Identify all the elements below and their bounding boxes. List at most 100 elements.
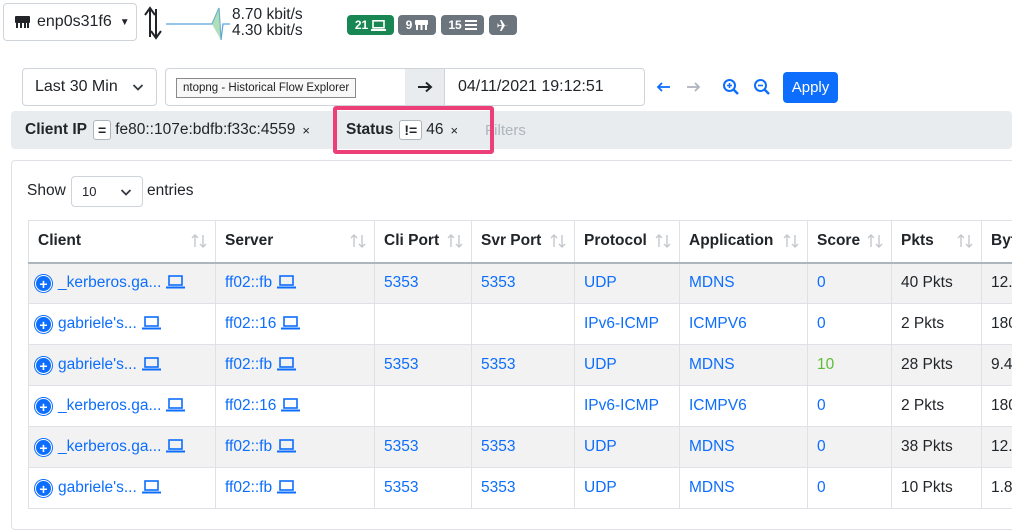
application-link[interactable]: MDNS — [689, 479, 735, 496]
cell-protocol: IPv6-ICMP — [575, 304, 680, 345]
cell-server: ff02::16 — [216, 304, 375, 345]
client-link[interactable]: _kerberos.ga... — [58, 438, 161, 455]
score-link[interactable]: 0 — [817, 315, 826, 332]
badge-count: 21 — [355, 18, 368, 32]
column-header-server[interactable]: Server — [216, 221, 375, 263]
svr-port-link[interactable]: 5353 — [481, 274, 515, 291]
client-link[interactable]: gabriele's... — [58, 356, 137, 373]
arrow-right-icon[interactable] — [684, 78, 702, 96]
end-date-input[interactable]: 04/11/2021 19:12:51 — [444, 68, 645, 106]
badge-flows[interactable]: 15 — [441, 15, 484, 35]
cell-client: + _kerberos.ga... — [29, 386, 216, 427]
server-link[interactable]: ff02::fb — [225, 274, 272, 291]
expand-row-icon[interactable]: + — [35, 398, 52, 415]
client-link[interactable]: gabriele's... — [58, 315, 137, 332]
cell-server: ff02::16 — [216, 386, 375, 427]
expand-row-icon[interactable]: + — [35, 357, 52, 374]
cell-bytes: 180 B — [982, 386, 1012, 427]
svr-port-link[interactable]: 5353 — [481, 356, 515, 373]
laptop-icon — [277, 439, 296, 453]
application-link[interactable]: MDNS — [689, 438, 735, 455]
pkts-value: 2 Pkts — [901, 315, 944, 332]
cli-port-link[interactable]: 5353 — [384, 274, 418, 291]
filters-input[interactable]: Filters — [485, 122, 526, 139]
cell-protocol: UDP — [575, 427, 680, 468]
expand-row-icon[interactable]: + — [35, 275, 52, 292]
time-range-select[interactable]: Last 30 Min — [22, 68, 157, 106]
page-size-select[interactable]: 10 — [71, 176, 143, 207]
interface-dropdown[interactable]: enp0s31f6 ▼ — [3, 3, 137, 41]
expand-row-icon[interactable]: + — [35, 480, 52, 497]
column-header-client[interactable]: Client — [29, 221, 216, 263]
bytes-value: 1.82 — [991, 479, 1012, 496]
badge-local-hosts[interactable]: 21 — [347, 15, 394, 35]
protocol-link[interactable]: IPv6-ICMP — [584, 397, 659, 414]
score-link[interactable]: 0 — [817, 274, 826, 291]
zoom-in-icon[interactable] — [722, 78, 740, 96]
protocol-link[interactable]: IPv6-ICMP — [584, 315, 659, 332]
protocol-link[interactable]: UDP — [584, 479, 617, 496]
server-link[interactable]: ff02::16 — [225, 315, 276, 332]
score-link[interactable]: 0 — [817, 397, 826, 414]
column-header-score[interactable]: Score — [808, 221, 892, 263]
svr-port-link[interactable]: 5353 — [481, 438, 515, 455]
cell-bytes: 9.43 — [982, 345, 1012, 386]
protocol-link[interactable]: UDP — [584, 274, 617, 291]
application-link[interactable]: ICMPV6 — [689, 397, 747, 414]
protocol-link[interactable]: UDP — [584, 356, 617, 373]
filter-operator[interactable]: = — [93, 120, 111, 140]
sort-icon — [783, 234, 799, 248]
cell-application: MDNS — [680, 345, 808, 386]
cell-application: ICMPV6 — [680, 304, 808, 345]
application-link[interactable]: MDNS — [689, 274, 735, 291]
client-link[interactable]: _kerberos.ga... — [58, 274, 161, 291]
column-header-cli-port[interactable]: Cli Port — [375, 221, 472, 263]
server-link[interactable]: ff02::fb — [225, 438, 272, 455]
zoom-out-icon[interactable] — [753, 78, 771, 96]
cell-score: 0 — [808, 427, 892, 468]
badge-alerts[interactable] — [489, 15, 517, 35]
svr-port-link[interactable]: 5353 — [481, 479, 515, 496]
expand-row-icon[interactable]: + — [35, 439, 52, 456]
bytes-value: 12.08 — [991, 274, 1012, 291]
cli-port-link[interactable]: 5353 — [384, 479, 418, 496]
column-header-pkts[interactable]: Pkts — [892, 221, 982, 263]
chevron-down-icon — [132, 81, 144, 93]
remove-filter-icon[interactable]: × — [450, 123, 458, 138]
badge-remote-hosts[interactable]: 9 — [398, 15, 436, 35]
score-link[interactable]: 0 — [817, 438, 826, 455]
cli-port-link[interactable]: 5353 — [384, 438, 418, 455]
server-link[interactable]: ff02::fb — [225, 479, 272, 496]
badge-count: 15 — [448, 18, 461, 32]
expand-row-icon[interactable]: + — [35, 316, 52, 333]
tooltip: ntopng - Historical Flow Explorer — [176, 78, 356, 98]
column-header-svr-port[interactable]: Svr Port — [472, 221, 575, 263]
remove-filter-icon[interactable]: × — [302, 123, 310, 138]
server-link[interactable]: ff02::16 — [225, 397, 276, 414]
arrow-left-icon[interactable] — [655, 78, 673, 96]
filter-operator[interactable]: != — [399, 120, 422, 140]
hosts-icon — [415, 20, 428, 30]
show-label: Show — [27, 182, 66, 200]
laptop-icon — [166, 275, 185, 289]
client-link[interactable]: gabriele's... — [58, 479, 137, 496]
apply-button[interactable]: Apply — [783, 72, 838, 103]
column-header-application[interactable]: Application — [680, 221, 808, 263]
score-link[interactable]: 10 — [817, 356, 834, 373]
laptop-icon — [142, 357, 161, 371]
time-range-value: Last 30 Min — [35, 78, 118, 96]
bytes-value: 180 B — [991, 315, 1012, 332]
column-header-protocol[interactable]: Protocol — [575, 221, 680, 263]
column-header-bytes[interactable]: Bytes — [982, 221, 1012, 263]
server-link[interactable]: ff02::fb — [225, 356, 272, 373]
application-link[interactable]: ICMPV6 — [689, 315, 747, 332]
client-link[interactable]: _kerberos.ga... — [58, 397, 161, 414]
score-link[interactable]: 0 — [817, 479, 826, 496]
interface-name: enp0s31f6 — [37, 13, 112, 31]
cli-port-link[interactable]: 5353 — [384, 356, 418, 373]
protocol-link[interactable]: UDP — [584, 438, 617, 455]
application-link[interactable]: MDNS — [689, 356, 735, 373]
column-header-label: Protocol — [584, 232, 647, 249]
cell-application: ICMPV6 — [680, 386, 808, 427]
cell-cli-port: 5353 — [375, 427, 472, 468]
